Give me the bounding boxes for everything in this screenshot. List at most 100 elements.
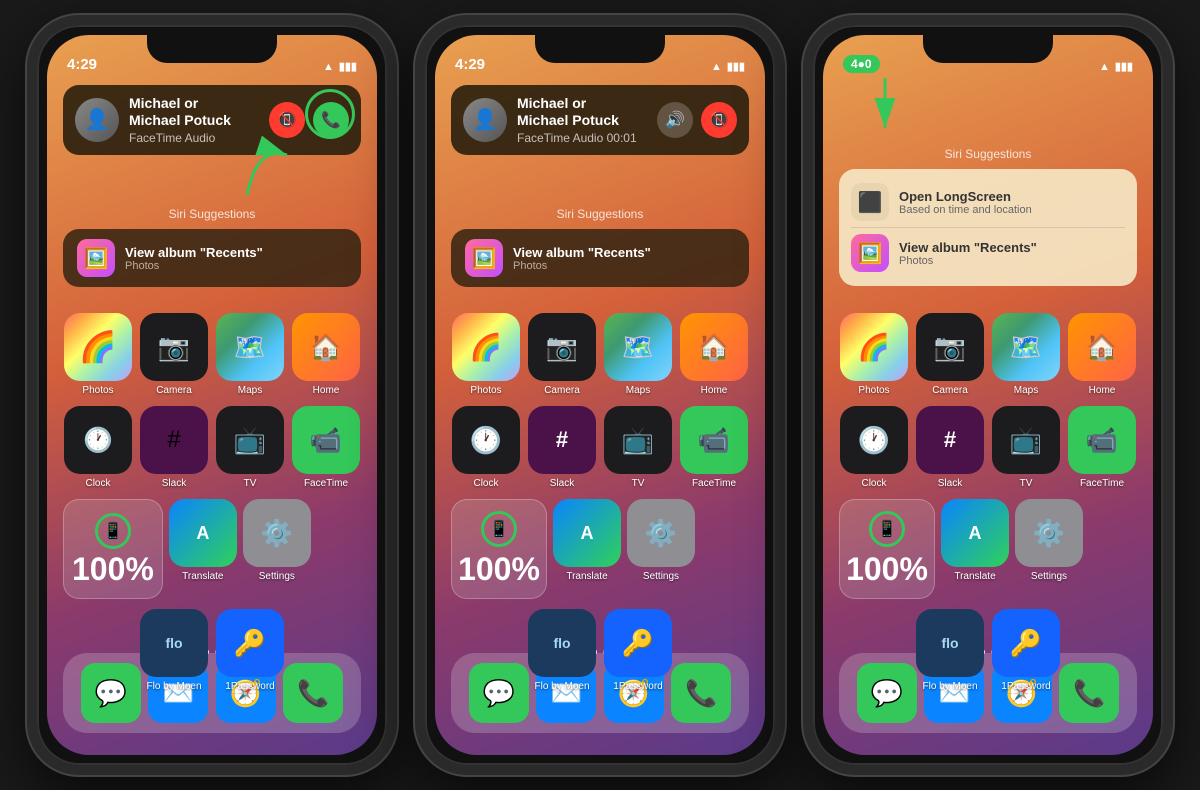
settings-label-2: Settings [643, 571, 679, 582]
siri-photos-icon-2: 🖼️ [465, 239, 503, 277]
apps-row-4-2: flo Flo by Moen 🔑 1Password [451, 609, 749, 692]
app-tv-3[interactable]: 📺 TV [991, 406, 1061, 489]
siri-card-photos-3[interactable]: 🖼️ View album "Recents" Photos [851, 228, 1125, 278]
tv-label-1: TV [244, 478, 257, 489]
phone-3-frame: 4●0 ▲ ▮▮▮ Siri Suggestions [803, 15, 1173, 775]
siri-longscreen-sub-3: Based on time and location [899, 204, 1032, 216]
siri-label-3: Siri Suggestions [839, 147, 1137, 161]
app-home-1[interactable]: 🏠 Home [291, 313, 361, 396]
notch-1 [147, 35, 277, 63]
siri-card-photos-2[interactable]: 🖼️ View album "Recents" Photos [451, 229, 749, 287]
app-batteries-2[interactable]: 📱 100% [451, 499, 547, 599]
app-clock-3[interactable]: 🕐 Clock [839, 406, 909, 489]
onepw-icon-2: 🔑 [604, 609, 672, 677]
app-1password-1[interactable]: 🔑 1Password [215, 609, 285, 692]
camera-label-2: Camera [544, 385, 580, 396]
app-camera-1[interactable]: 📷 Camera [139, 313, 209, 396]
app-home-2[interactable]: 🏠 Home [679, 313, 749, 396]
app-photos-1[interactable]: 🌈 Photos [63, 313, 133, 396]
home-icon-3: 🏠 [1068, 313, 1136, 381]
app-1password-2[interactable]: 🔑 1Password [603, 609, 673, 692]
apps-row-3-2: 📱 100% A Translate ⚙️ Settings [451, 499, 749, 599]
empty-cell-3 [1089, 499, 1137, 599]
battery-icon-3: ▮▮▮ [1115, 60, 1133, 73]
decline-icon: 📵 [277, 110, 297, 130]
app-clock-1[interactable]: 🕐 Clock [63, 406, 133, 489]
battery-pct-1: 100% [72, 553, 154, 585]
translate-icon-2: A [553, 499, 621, 567]
notification-banner-2[interactable]: 👤 Michael orMichael Potuck FaceTime Audi… [451, 85, 749, 155]
decline-icon-2: 📵 [709, 110, 729, 130]
battery-icon: ▮▮▮ [339, 60, 357, 73]
app-tv-1[interactable]: 📺 TV [215, 406, 285, 489]
app-photos-3[interactable]: 🌈 Photos [839, 313, 909, 396]
app-home-3[interactable]: 🏠 Home [1067, 313, 1137, 396]
notification-banner-1[interactable]: 👤 Michael orMichael Potuck FaceTime Audi… [63, 85, 361, 155]
decline-button-1[interactable]: 📵 [269, 102, 305, 138]
app-tv-2[interactable]: 📺 TV [603, 406, 673, 489]
settings-icon-3: ⚙️ [1015, 499, 1083, 567]
app-translate-2[interactable]: A Translate [553, 499, 621, 599]
phone-2-frame: 4:29 ▲ ▮▮▮ 👤 Michael orMichael Potuck Fa… [415, 15, 785, 775]
apps-row-3-3: 📱 100% A Translate ⚙️ Settings [839, 499, 1137, 599]
empty-cell-1 [317, 499, 361, 599]
apps-row-2-1: 🕐 Clock # Slack 📺 TV 📹 FaceTime [63, 406, 361, 489]
accept-button-1[interactable]: 📞 [313, 102, 349, 138]
battery-icon-2: ▮▮▮ [727, 60, 745, 73]
home-label-1: Home [313, 385, 340, 396]
app-slack-2[interactable]: # Slack [527, 406, 597, 489]
app-maps-1[interactable]: 🗺️ Maps [215, 313, 285, 396]
siri-section-1: Siri Suggestions 🖼️ View album "Recents"… [63, 207, 361, 295]
app-camera-3[interactable]: 📷 Camera [915, 313, 985, 396]
app-translate-1[interactable]: A Translate [169, 499, 237, 599]
app-clock-2[interactable]: 🕐 Clock [451, 406, 521, 489]
empty-2b [679, 609, 749, 692]
siri-card-photos-1[interactable]: 🖼️ View album "Recents" Photos [63, 229, 361, 287]
longscreen-icon-3: ⬛ [851, 183, 889, 221]
wifi-icon: ▲ [323, 61, 334, 73]
speaker-button-2[interactable]: 🔊 [657, 102, 693, 138]
notch-3 [923, 35, 1053, 63]
app-slack-3[interactable]: # Slack [915, 406, 985, 489]
app-facetime-2[interactable]: 📹 FaceTime [679, 406, 749, 489]
status-icons-2: ▲ ▮▮▮ [711, 60, 745, 73]
app-batteries-3[interactable]: 📱 100% [839, 499, 935, 599]
status-icons-1: ▲ ▮▮▮ [323, 60, 357, 73]
siri-dual-card-3: ⬛ Open LongScreen Based on time and loca… [839, 169, 1137, 286]
decline-button-2[interactable]: 📵 [701, 102, 737, 138]
app-flo-2[interactable]: flo Flo by Moen [527, 609, 597, 692]
notch-2 [535, 35, 665, 63]
app-flo-1[interactable]: flo Flo by Moen [139, 609, 209, 692]
contact-name-2: Michael orMichael Potuck [517, 95, 647, 129]
app-1password-3[interactable]: 🔑 1Password [991, 609, 1061, 692]
status-icons-3: ▲ ▮▮▮ [1099, 60, 1133, 73]
tv-icon-3: 📺 [992, 406, 1060, 474]
app-maps-2[interactable]: 🗺️ Maps [603, 313, 673, 396]
siri-card-longscreen-3[interactable]: ⬛ Open LongScreen Based on time and loca… [851, 177, 1125, 228]
notif-content-2: Michael orMichael Potuck FaceTime Audio … [517, 95, 647, 145]
app-translate-3[interactable]: A Translate [941, 499, 1009, 599]
app-facetime-1[interactable]: 📹 FaceTime [291, 406, 361, 489]
empty-1 [63, 609, 133, 692]
app-maps-3[interactable]: 🗺️ Maps [991, 313, 1061, 396]
siri-card-text-2: View album "Recents" Photos [513, 245, 651, 272]
app-settings-1[interactable]: ⚙️ Settings [243, 499, 311, 599]
app-slack-1[interactable]: # Slack [139, 406, 209, 489]
app-photos-2[interactable]: 🌈 Photos [451, 313, 521, 396]
apps-section-1: 🌈 Photos 📷 Camera 🗺️ Maps 🏠 Home [63, 313, 361, 702]
photos-icon-2: 🌈 [452, 313, 520, 381]
app-camera-2[interactable]: 📷 Camera [527, 313, 597, 396]
call-type-1: FaceTime Audio [129, 131, 259, 145]
contact-avatar-2: 👤 [463, 98, 507, 142]
arrow-3 [865, 73, 945, 153]
app-batteries-1[interactable]: 📱 100% [63, 499, 163, 599]
maps-label-1: Maps [238, 385, 262, 396]
flo-icon-1: flo [140, 609, 208, 677]
app-flo-3[interactable]: flo Flo by Moen [915, 609, 985, 692]
apps-row-2-2: 🕐 Clock # Slack 📺 TV 📹 FaceTime [451, 406, 749, 489]
app-settings-3[interactable]: ⚙️ Settings [1015, 499, 1083, 599]
app-facetime-3[interactable]: 📹 FaceTime [1067, 406, 1137, 489]
phone-3: 4●0 ▲ ▮▮▮ Siri Suggestions [803, 15, 1173, 775]
app-settings-2[interactable]: ⚙️ Settings [627, 499, 695, 599]
translate-icon-3: A [941, 499, 1009, 567]
